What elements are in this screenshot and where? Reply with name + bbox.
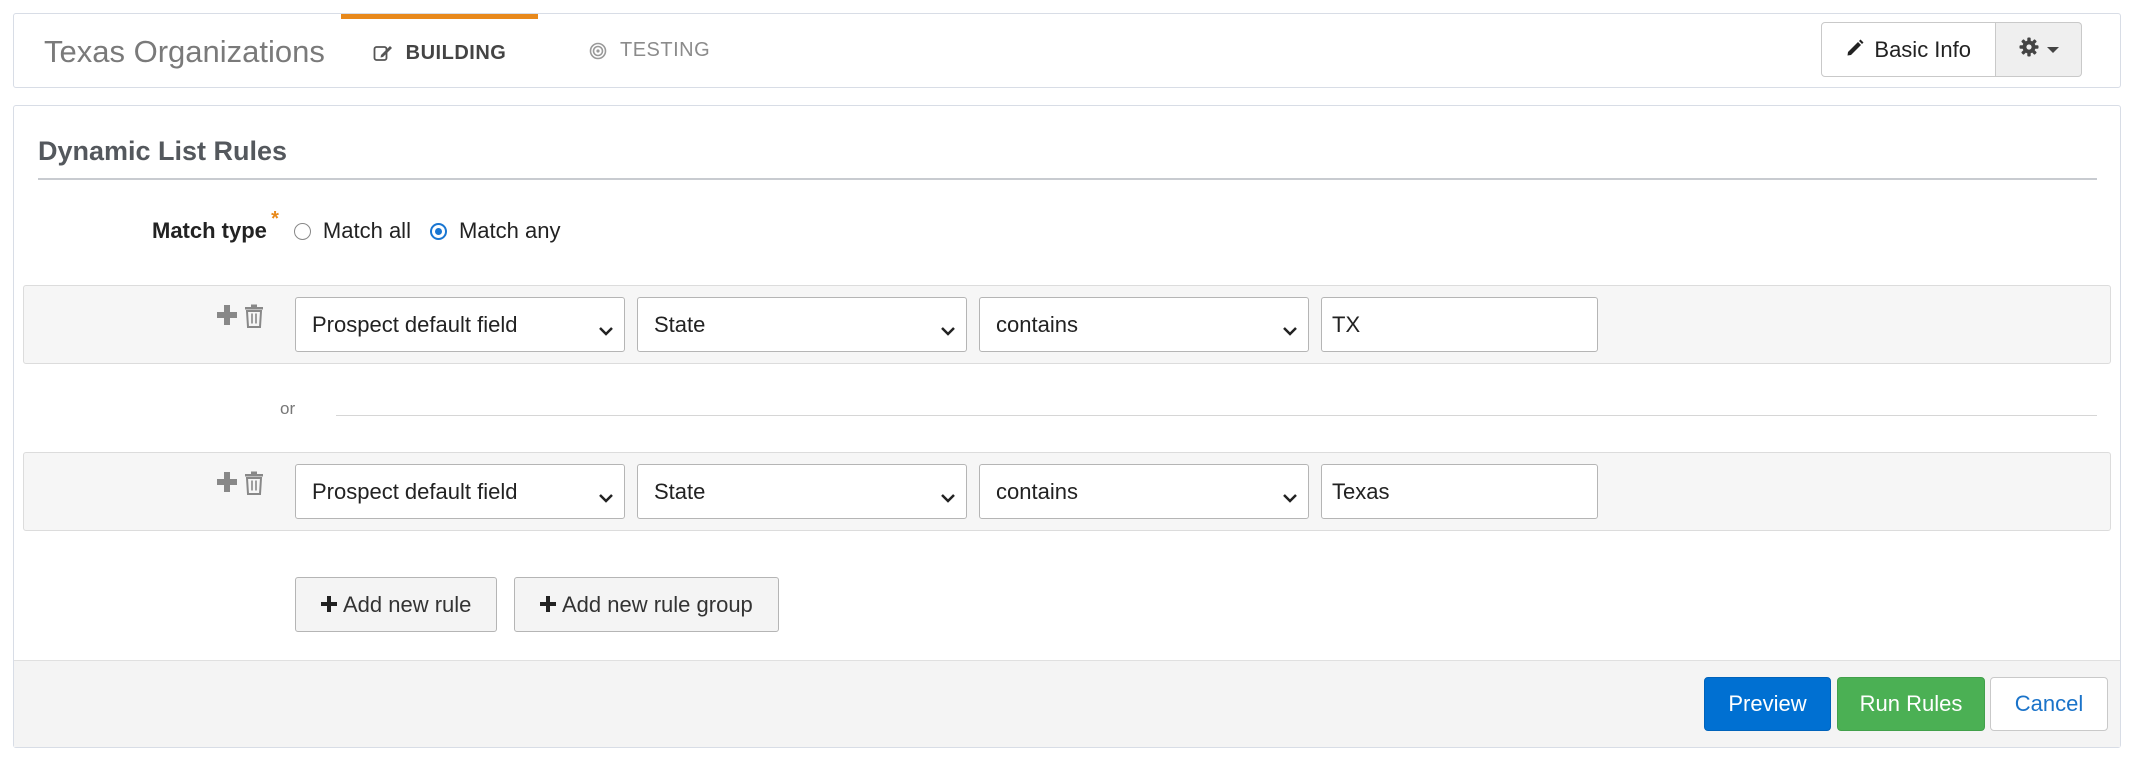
panel-title: Dynamic List Rules <box>38 136 288 166</box>
rule-row: Prospect default field State contains Te… <box>23 452 2111 531</box>
run-rules-button[interactable]: Run Rules <box>1837 677 1985 731</box>
pencil-icon <box>1846 37 1864 63</box>
header-actions: Basic Info <box>1821 22 2082 77</box>
rule-row: Prospect default field State contains TX <box>23 285 2111 364</box>
operator-value: contains <box>996 478 1078 504</box>
target-icon <box>589 42 607 60</box>
panel-footer: Preview Run Rules Cancel <box>14 660 2120 747</box>
trash-icon[interactable] <box>244 471 264 500</box>
trash-icon[interactable] <box>244 304 264 333</box>
add-new-rule-group-button[interactable]: Add new rule group <box>514 577 779 632</box>
add-condition-icon[interactable] <box>216 304 238 333</box>
plus-icon <box>321 592 337 618</box>
add-condition-icon[interactable] <box>216 471 238 500</box>
operator-select[interactable]: contains <box>979 464 1309 519</box>
match-all-option[interactable]: Match all <box>293 218 411 244</box>
tab-building[interactable]: BUILDING <box>341 14 538 87</box>
or-separator-line <box>336 415 2097 416</box>
match-type-label: Match type * <box>152 208 279 244</box>
rule-actions <box>216 471 264 500</box>
caret-down-icon <box>2046 41 2059 59</box>
field-type-value: Prospect default field <box>312 311 518 337</box>
operator-select[interactable]: contains <box>979 297 1309 352</box>
field-select[interactable]: State <box>637 464 967 519</box>
title-divider <box>38 178 2097 180</box>
tab-building-label: BUILDING <box>405 41 507 64</box>
match-any-radio[interactable] <box>429 222 447 240</box>
add-new-rule-label: Add new rule <box>343 591 472 617</box>
match-type-row: Match type * Match all Match any <box>152 208 572 244</box>
page-title: Texas Organizations <box>44 34 325 69</box>
rule-actions <box>216 304 264 333</box>
match-all-radio[interactable] <box>293 222 311 240</box>
chevron-down-icon <box>1282 484 1298 510</box>
match-any-option[interactable]: Match any <box>429 218 561 244</box>
chevron-down-icon <box>598 484 614 510</box>
chevron-down-icon <box>598 317 614 343</box>
gear-icon <box>2019 37 2039 62</box>
value-input[interactable]: TX <box>1321 297 1598 352</box>
field-type-value: Prospect default field <box>312 478 518 504</box>
plus-icon <box>540 592 556 618</box>
field-select[interactable]: State <box>637 297 967 352</box>
cancel-button[interactable]: Cancel <box>1990 677 2108 731</box>
field-type-select[interactable]: Prospect default field <box>295 297 625 352</box>
add-new-rule-group-label: Add new rule group <box>562 591 753 617</box>
rules-panel: Dynamic List Rules Match type * Match al… <box>13 105 2121 748</box>
chevron-down-icon <box>1282 317 1298 343</box>
value-text: TX <box>1332 311 1361 337</box>
field-value: State <box>654 311 706 337</box>
app-header: Texas Organizations BUILDING TESTING Bas… <box>13 13 2121 88</box>
match-all-label: Match all <box>322 218 411 243</box>
value-input[interactable]: Texas <box>1321 464 1598 519</box>
operator-value: contains <box>996 311 1078 337</box>
basic-info-label: Basic Info <box>1874 36 1971 62</box>
edit-icon <box>373 44 393 62</box>
match-type-label-text: Match type <box>152 218 267 243</box>
chevron-down-icon <box>940 317 956 343</box>
add-new-rule-button[interactable]: Add new rule <box>295 577 498 632</box>
field-value: State <box>654 478 706 504</box>
settings-dropdown-button[interactable] <box>1996 22 2082 77</box>
basic-info-button[interactable]: Basic Info <box>1821 22 1996 77</box>
value-text: Texas <box>1332 478 1390 504</box>
match-any-label: Match any <box>458 218 561 243</box>
tab-testing-label: TESTING <box>620 39 711 61</box>
field-type-select[interactable]: Prospect default field <box>295 464 625 519</box>
or-separator-label: or <box>280 399 296 418</box>
chevron-down-icon <box>940 484 956 510</box>
tab-testing[interactable]: TESTING <box>569 14 710 87</box>
required-marker: * <box>271 208 279 230</box>
preview-button[interactable]: Preview <box>1704 677 1831 731</box>
